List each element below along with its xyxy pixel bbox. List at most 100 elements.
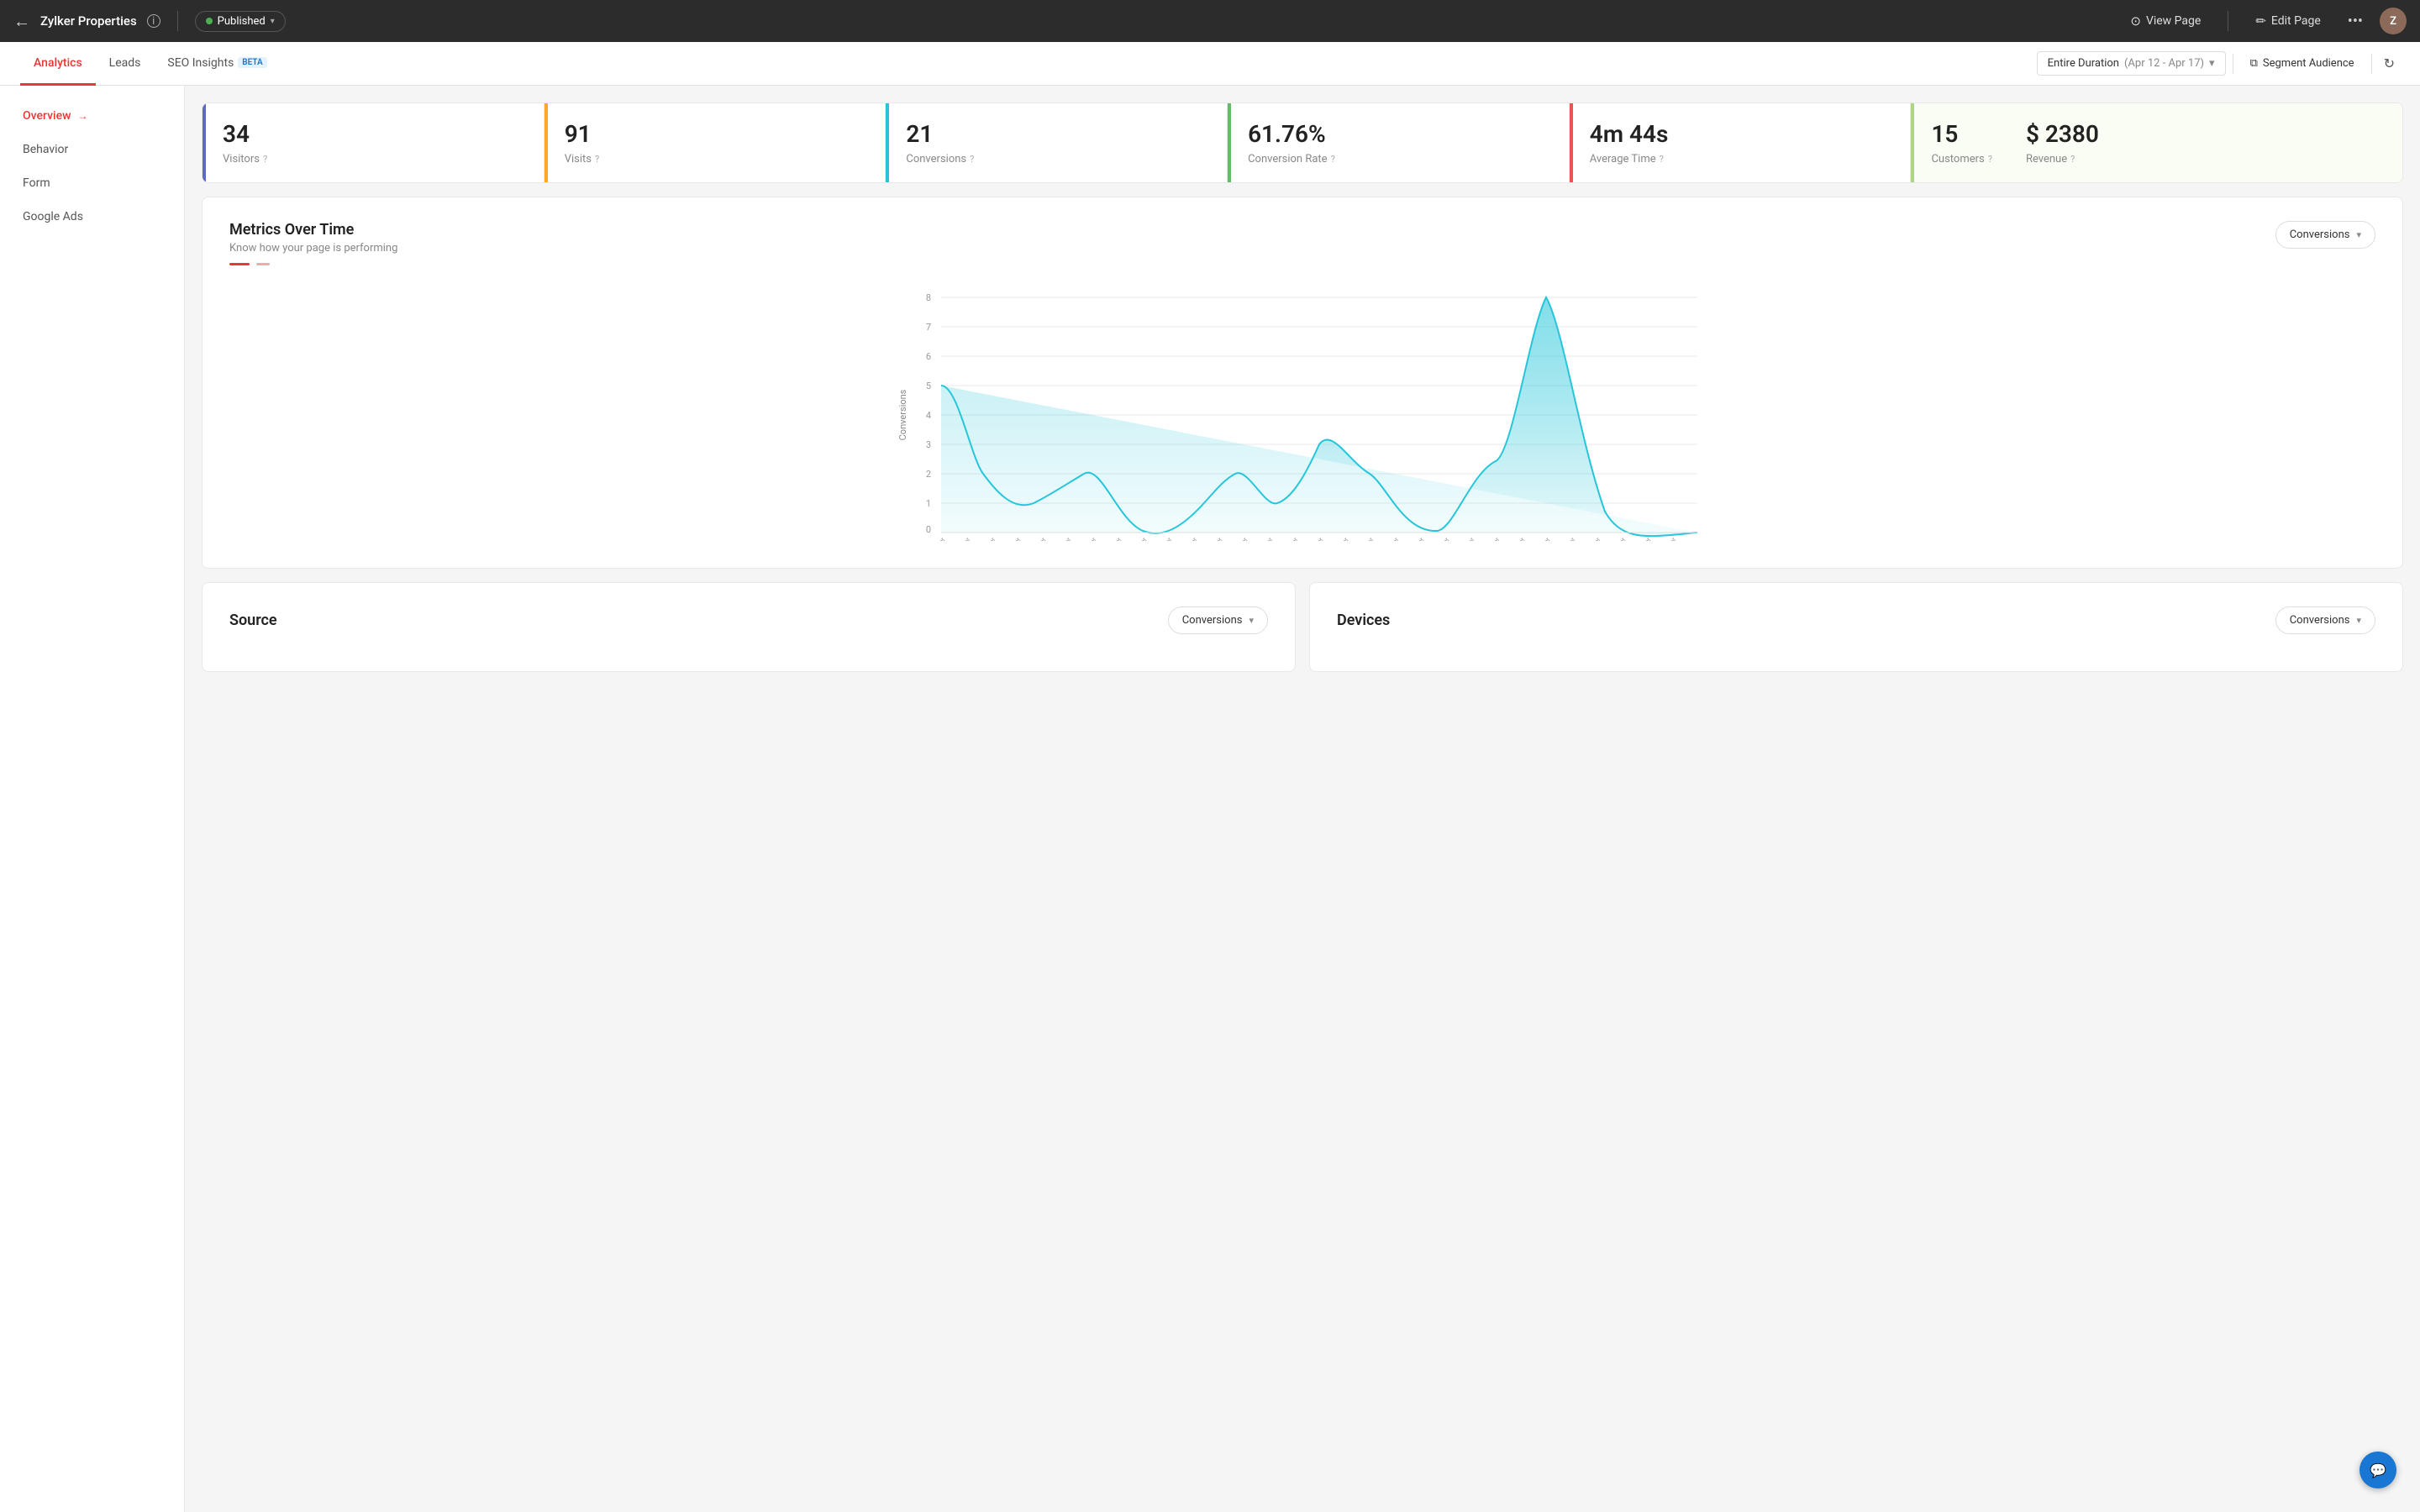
googleads-label: Google Ads [23, 210, 83, 223]
visits-value: 91 [565, 120, 865, 148]
bottom-row: Source Conversions ▾ Devices Conversions… [202, 582, 2403, 672]
metric-conversions: 21 Conversions ? [886, 103, 1228, 182]
nav-divider [177, 11, 178, 31]
source-dropdown[interactable]: Conversions ▾ [1168, 606, 1268, 634]
devices-chevron: ▾ [2356, 615, 2361, 626]
top-navigation: ← Zylker Properties i Published ▾ ⊙ View… [0, 0, 2420, 42]
average-time-label: Average Time ? [1590, 153, 1891, 165]
view-page-button[interactable]: ⊙ View Page [2120, 8, 2211, 34]
svg-text:14-Apr: 14-Apr [1107, 536, 1123, 541]
revenue-value: $ 2380 [2026, 120, 2099, 148]
devices-dropdown-label: Conversions [2290, 614, 2350, 627]
tab-divider2 [2371, 54, 2372, 74]
svg-text:17-Apr: 17-Apr [1460, 536, 1476, 541]
devices-dropdown[interactable]: Conversions ▾ [2275, 606, 2375, 634]
metric-visits: 91 Visits ? [544, 103, 886, 182]
info-icon[interactable]: i [147, 14, 160, 28]
metrics-row: 34 Visitors ? 91 Visits ? 21 [202, 102, 2403, 183]
main-layout: Overview → Behavior Form Google Ads 34 V… [0, 86, 2420, 1512]
sidebar-item-behavior[interactable]: Behavior [0, 133, 184, 166]
refresh-button[interactable]: ↻ [2379, 50, 2400, 76]
conversions-label: Conversions ? [906, 153, 1207, 165]
tab-seo[interactable]: SEO Insights BETA [154, 43, 280, 86]
conversion-rate-help[interactable]: ? [1331, 154, 1335, 165]
source-title: Source [229, 612, 277, 629]
revenue-label: Revenue ? [2026, 153, 2099, 165]
svg-text:6: 6 [926, 351, 931, 362]
svg-text:13-Apr: 13-Apr [1081, 536, 1098, 541]
behavior-label: Behavior [23, 143, 68, 156]
view-page-icon: ⊙ [2130, 13, 2141, 29]
svg-text:17-Apr: 17-Apr [1661, 536, 1678, 541]
source-section: Source Conversions ▾ [202, 582, 1296, 672]
tab-leads[interactable]: Leads [96, 43, 155, 86]
tab-analytics[interactable]: Analytics [20, 43, 96, 86]
sidebar-item-overview[interactable]: Overview → [0, 99, 184, 133]
conversion-rate-value: 61.76% [1248, 120, 1549, 148]
published-badge[interactable]: Published ▾ [195, 11, 286, 32]
sidebar-item-form[interactable]: Form [0, 166, 184, 200]
source-chevron: ▾ [1249, 615, 1254, 626]
visitors-help[interactable]: ? [263, 154, 267, 165]
svg-text:15-Apr: 15-Apr [1258, 536, 1275, 541]
view-page-label: View Page [2146, 14, 2201, 28]
svg-text:16-Apr: 16-Apr [1409, 536, 1426, 541]
svg-text:1: 1 [926, 498, 931, 509]
source-header: Source Conversions ▾ [229, 606, 1268, 634]
beta-badge: BETA [238, 57, 266, 68]
svg-text:14-Apr: 14-Apr [1132, 536, 1149, 541]
chart-header: Metrics Over Time Know how your page is … [229, 221, 2375, 265]
segment-label: Segment Audience [2263, 57, 2354, 70]
legend-dash [256, 263, 270, 265]
metric-customers: 15 Customers ? $ 2380 Revenue ? [1911, 103, 2402, 182]
source-dropdown-label: Conversions [1182, 614, 1243, 627]
segment-audience-button[interactable]: ⧉ Segment Audience [2240, 52, 2365, 75]
customers-bar [1911, 103, 1914, 182]
avatar[interactable]: Z [2380, 8, 2407, 34]
svg-text:13-Apr: 13-Apr [1056, 536, 1073, 541]
svg-text:0: 0 [926, 524, 931, 535]
edit-page-button[interactable]: ✏ Edit Page [2245, 8, 2330, 34]
more-button[interactable]: ••• [2341, 9, 2370, 34]
chart-area: 8 7 6 5 4 3 2 1 0 Conversions [229, 272, 2375, 544]
customers-value: 15 [1931, 120, 1992, 148]
svg-text:17-Apr: 17-Apr [1510, 536, 1527, 541]
visitors-bar [203, 103, 206, 182]
visits-help[interactable]: ? [595, 154, 599, 165]
published-chevron: ▾ [271, 17, 275, 26]
svg-text:17-Apr: 17-Apr [1560, 536, 1577, 541]
svg-text:12-Apr: 12-Apr [930, 536, 947, 541]
published-dot [206, 18, 213, 24]
svg-text:16-Apr: 16-Apr [1359, 536, 1376, 541]
chat-fab-button[interactable]: 💬 [2360, 1452, 2396, 1488]
svg-text:4: 4 [926, 410, 931, 421]
revenue-help[interactable]: ? [2070, 154, 2075, 165]
svg-text:12-Apr: 12-Apr [981, 536, 997, 541]
svg-text:13-Apr: 13-Apr [1031, 536, 1048, 541]
duration-selector[interactable]: Entire Duration (Apr 12 - Apr 17) ▾ [2037, 51, 2226, 76]
main-content: 34 Visitors ? 91 Visits ? 21 [185, 86, 2420, 1512]
site-name: Zylker Properties [40, 13, 137, 29]
svg-text:16-Apr: 16-Apr [1434, 536, 1451, 541]
devices-section: Devices Conversions ▾ [1309, 582, 2403, 672]
svg-text:15-Apr: 15-Apr [1233, 536, 1249, 541]
chart-dropdown-label: Conversions [2290, 228, 2350, 241]
conversion-rate-label: Conversion Rate ? [1248, 153, 1549, 165]
overview-label: Overview [23, 109, 71, 123]
average-time-help[interactable]: ? [1660, 154, 1664, 165]
back-button[interactable]: ← [13, 11, 30, 32]
duration-label: Entire Duration [2048, 57, 2119, 70]
sidebar-item-googleads[interactable]: Google Ads [0, 200, 184, 234]
conversion-rate-bar [1228, 103, 1231, 182]
chart-section: Metrics Over Time Know how your page is … [202, 197, 2403, 569]
conversions-bar [886, 103, 889, 182]
svg-text:17-Apr: 17-Apr [1611, 536, 1628, 541]
customers-help[interactable]: ? [1988, 154, 1992, 165]
chart-metric-dropdown[interactable]: Conversions ▾ [2275, 221, 2375, 249]
published-label: Published [218, 15, 266, 28]
chart-svg: 8 7 6 5 4 3 2 1 0 Conversions [229, 272, 2375, 541]
conversions-help[interactable]: ? [970, 154, 974, 165]
svg-text:17-Apr: 17-Apr [1535, 536, 1552, 541]
svg-text:Conversions: Conversions [897, 389, 908, 440]
duration-range: (Apr 12 - Apr 17) [2124, 57, 2204, 70]
